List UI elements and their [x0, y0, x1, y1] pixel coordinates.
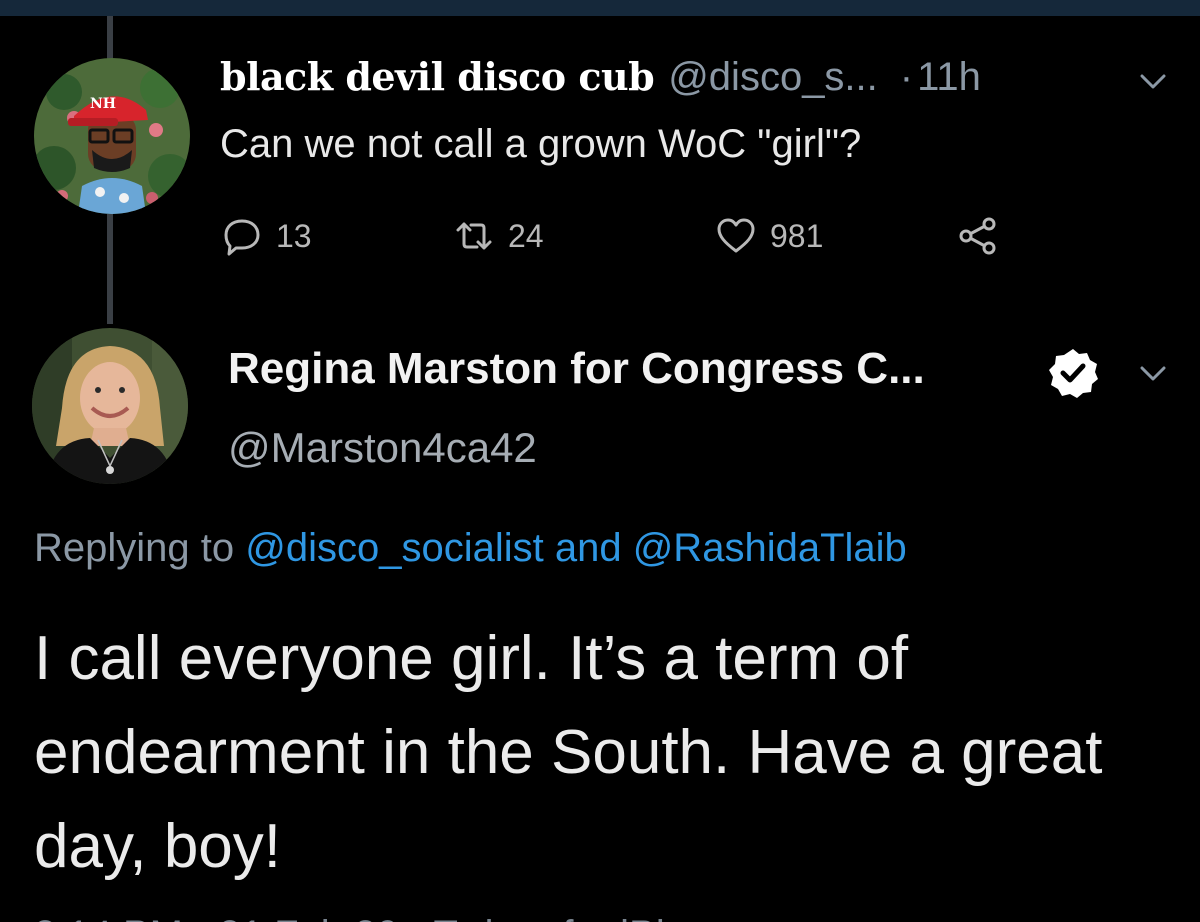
tweet1-display-name[interactable]: black devil disco cub: [220, 54, 655, 99]
avatar-regina-marston[interactable]: [32, 328, 188, 484]
avatar-regina-marston-image: [32, 328, 188, 484]
avatar-disco-cub-image: [34, 58, 190, 214]
tweet1-separator: ·: [899, 55, 914, 99]
chevron-down-icon: [1140, 366, 1166, 381]
reply-count: 13: [276, 217, 312, 254]
share-icon: [959, 217, 996, 255]
replying-and: and: [543, 526, 633, 570]
tweet1-actions: 13 24 981: [222, 214, 1012, 258]
reply-icon: [224, 219, 260, 256]
replying-to-line: Replying to @disco_socialist and @Rashid…: [34, 526, 907, 571]
like-count: 981: [770, 217, 824, 254]
verified-badge: [1046, 346, 1100, 400]
thread-line-top: [107, 16, 113, 60]
tweet1-header: black devil disco cub @disco_s... · 11h: [220, 54, 981, 110]
thread-line-middle: [107, 214, 113, 324]
avatar-cap-logo: NH: [90, 96, 117, 112]
tweet1-menu-button[interactable]: [1136, 66, 1170, 96]
verified-icon: [1049, 349, 1098, 398]
share-button[interactable]: [958, 214, 998, 258]
mention-rashida-tlaib[interactable]: @RashidaTlaib: [633, 526, 907, 570]
like-icon: [717, 218, 755, 253]
tweet1-text: Can we not call a grown WoC "girl"?: [220, 122, 862, 166]
tweet1-timestamp[interactable]: 11h: [917, 55, 981, 100]
retweet-button[interactable]: 24: [454, 214, 544, 258]
retweet-count: 24: [508, 217, 544, 254]
replying-prefix: Replying to: [34, 526, 246, 570]
tweet2-menu-button[interactable]: [1136, 358, 1170, 388]
retweet-icon: [456, 222, 492, 250]
tweet2-handle[interactable]: @Marston4ca42: [228, 424, 537, 472]
like-button[interactable]: 981: [716, 214, 823, 258]
reply-button[interactable]: 13: [222, 214, 312, 258]
tweet2-text: I call everyone girl. It’s a term of end…: [34, 624, 1103, 881]
top-bar: [0, 0, 1200, 16]
avatar-disco-cub[interactable]: NH: [34, 58, 190, 214]
chevron-down-icon: [1140, 74, 1166, 89]
tweet2-display-name[interactable]: Regina Marston for Congress C...: [228, 344, 925, 394]
tweet2-timestamp-footer: 3:14 PM · 21 Feb 20 · Twitter for iPhone: [34, 905, 745, 922]
mention-disco-socialist[interactable]: @disco_socialist: [245, 526, 544, 570]
tweet1-handle[interactable]: @disco_s...: [668, 55, 878, 100]
